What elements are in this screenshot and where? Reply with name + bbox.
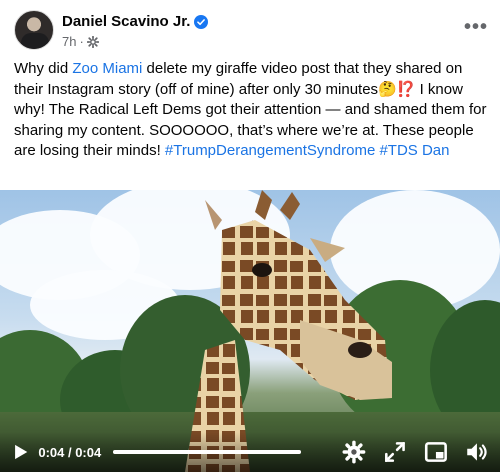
hashtag-trump-derangement-syndrome[interactable]: #TrumpDerangementSyndrome	[165, 142, 375, 159]
video-player[interactable]: 0:04 / 0:04	[0, 190, 500, 472]
more-options-icon[interactable]: •••	[464, 16, 488, 39]
zoo-miami-link[interactable]: Zoo Miami	[72, 60, 142, 77]
emoji-thinking: 🤔⁉️	[378, 80, 416, 98]
volume-icon[interactable]	[464, 438, 490, 466]
settings-gear-icon[interactable]	[341, 438, 367, 466]
author-name[interactable]: Daniel Scavino Jr.	[62, 13, 190, 30]
verified-badge-icon	[194, 14, 209, 29]
hashtag-dan[interactable]: Dan	[422, 142, 450, 159]
facebook-post: Daniel Scavino Jr. 7h · ••• Why did Zoo …	[0, 0, 500, 472]
author-name-row: Daniel Scavino Jr.	[62, 13, 209, 30]
video-controls: 0:04 / 0:04	[0, 432, 500, 472]
picture-in-picture-icon[interactable]	[423, 438, 449, 466]
play-icon[interactable]	[10, 441, 30, 463]
post-header: Daniel Scavino Jr. 7h · •••	[14, 10, 488, 54]
author-avatar[interactable]	[14, 10, 54, 50]
video-progress-fill	[112, 450, 301, 454]
hashtag-tds[interactable]: #TDS	[379, 142, 417, 159]
video-progress-bar[interactable]	[112, 450, 301, 454]
fullscreen-icon[interactable]	[382, 438, 408, 466]
post-meta: 7h ·	[62, 34, 99, 49]
post-timestamp[interactable]: 7h	[62, 34, 76, 49]
meta-separator: ·	[79, 34, 84, 49]
video-time: 0:04 / 0:04	[38, 444, 102, 460]
privacy-gear-icon[interactable]	[86, 35, 99, 48]
giraffe	[185, 190, 392, 472]
post-text-part: Why did	[14, 60, 73, 77]
post-text: Why did Zoo Miami delete my giraffe vide…	[14, 59, 488, 162]
